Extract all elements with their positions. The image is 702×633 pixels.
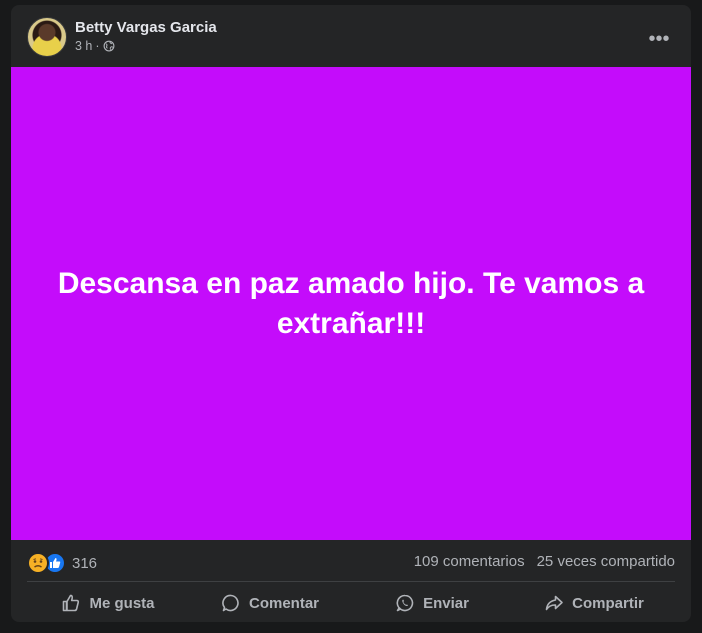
comment-label: Comentar (248, 594, 319, 612)
shares-count[interactable]: 25 veces compartido (537, 553, 675, 570)
action-bar: Me gusta Comentar Enviar Compartir (27, 585, 675, 621)
divider (27, 581, 675, 582)
engagement-stats: 109 comentarios 25 veces compartido (414, 553, 675, 570)
send-button[interactable]: Enviar (351, 585, 513, 621)
whatsapp-icon (396, 594, 414, 612)
like-button[interactable]: Me gusta (27, 585, 189, 621)
post-time[interactable]: 3 h (75, 39, 92, 53)
comment-icon (222, 594, 239, 612)
share-icon (545, 595, 563, 611)
globe-icon[interactable] (103, 40, 115, 52)
avatar[interactable] (27, 17, 67, 57)
thumbs-up-icon (63, 594, 80, 612)
more-icon: ••• (648, 27, 670, 50)
like-label: Me gusta (89, 594, 155, 612)
post-header: Betty Vargas Garcia 3 h · ••• (11, 5, 691, 67)
share-button[interactable]: Compartir (513, 585, 675, 621)
post-background: Descansa en paz amado hijo. Te vamos a e… (11, 67, 691, 540)
comment-button[interactable]: Comentar (189, 585, 351, 621)
author-name[interactable]: Betty Vargas Garcia (75, 19, 217, 36)
post-stats: 316 109 comentarios 25 veces compartido (11, 540, 691, 582)
share-label: Compartir (572, 594, 644, 612)
reactions-summary[interactable]: 316 (27, 552, 97, 574)
more-options-button[interactable]: ••• (641, 21, 677, 57)
sad-reaction-icon (27, 552, 49, 574)
reaction-count: 316 (72, 554, 98, 572)
post-meta: 3 h · (75, 39, 115, 53)
meta-separator: · (95, 39, 100, 53)
send-label: Enviar (423, 594, 469, 612)
post-card: Betty Vargas Garcia 3 h · ••• Descansa e… (11, 5, 691, 622)
comments-count[interactable]: 109 comentarios (414, 553, 525, 570)
post-text: Descansa en paz amado hijo. Te vamos a e… (57, 266, 645, 340)
